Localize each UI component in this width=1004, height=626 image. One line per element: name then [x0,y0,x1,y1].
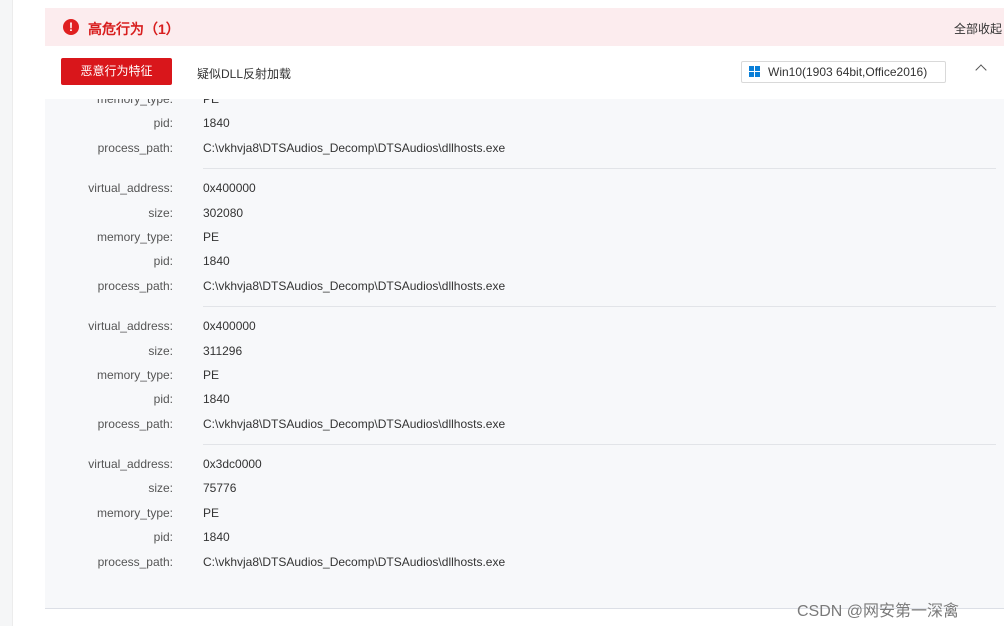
field-value: 0x400000 [203,181,256,196]
behavior-header[interactable]: 恶意行为特征 疑似DLL反射加载 Win10(1903 64bit,Office… [45,46,1004,99]
field-row: size: 302080 [148,201,996,225]
behavior-panel: ! 高危行为（1） 全部收起 恶意行为特征 疑似DLL反射加载 Win10(19… [45,8,1004,609]
field-row: pid: 1840 [154,387,996,411]
field-key: process_path: [97,554,173,569]
field-key: virtual_address: [88,181,173,196]
field-key: memory_type: [96,367,173,382]
environment-badge: Win10(1903 64bit,Office2016) [741,61,946,83]
field-value: C:\vkhvja8\DTSAudios_Decomp\DTSAudios\dl… [203,278,506,293]
field-key: virtual_address: [88,319,173,334]
field-value: PE [203,99,220,106]
field-value: PE [203,505,220,520]
field-key: memory_type: [96,229,173,244]
field-row: size: 311296 [148,339,996,363]
field-row: pid: 1840 [154,249,996,273]
field-row: pid: 1840 [154,525,996,549]
records-scroll[interactable]: memory_type: PE pid: 1840 process_path: C:\vk… [45,99,1004,582]
field-value: 1840 [203,254,230,269]
record: virtual_address: 0x400000 size: 311296 memor… [88,307,996,446]
field-value: 311296 [203,343,243,358]
record: virtual_address: 0x3dc0000 size: 75776 memor… [88,445,996,582]
alert-title: 高危行为（1） [88,21,180,37]
field-value: 1840 [203,392,230,407]
field-key: size: [148,343,173,358]
field-key: size: [148,481,173,496]
field-row: process_path: C:\vkhvja8\DTSAudios_Decomp… [98,412,996,436]
malicious-tag-button[interactable]: 恶意行为特征 [61,58,172,85]
left-rail [0,0,13,626]
field-key: size: [148,205,173,220]
field-row: memory_type: PE [97,225,996,249]
field-value: C:\vkhvja8\DTSAudios_Decomp\DTSAudios\dl… [203,554,506,569]
collapse-all-button[interactable]: 全部收起 [954,20,1004,37]
record: virtual_address: 0x400000 size: 302080 memor… [88,169,996,308]
records-list: memory_type: PE pid: 1840 process_path: C:\vk… [45,99,1004,608]
field-value: PE [203,367,220,382]
field-value: C:\vkhvja8\DTSAudios_Decomp\DTSAudios\dl… [203,416,506,431]
alert-bar: ! 高危行为（1） 全部收起 [45,8,1004,46]
field-value: 75776 [203,481,237,496]
behavior-name: 疑似DLL反射加载 [197,67,292,81]
field-row: memory_type: PE [97,363,996,387]
field-key: process_path: [97,140,173,155]
field-key: process_path: [97,278,173,293]
field-key: memory_type: [96,505,173,520]
field-row: virtual_address: 0x400000 [88,176,996,200]
field-key: memory_type: [96,99,173,106]
field-row: memory_type: PE [97,99,996,111]
field-row: process_path: C:\vkhvja8\DTSAudios_Decomp… [98,274,996,298]
field-row: virtual_address: 0x3dc0000 [88,452,996,476]
field-key: virtual_address: [88,457,173,472]
field-value: PE [203,229,220,244]
field-key: pid: [153,254,173,269]
field-key: pid: [153,116,173,131]
field-key: pid: [153,530,173,545]
chevron-up-icon[interactable] [975,64,987,76]
field-row: process_path: C:\vkhvja8\DTSAudios_Decomp… [98,136,996,160]
field-value: 1840 [203,530,230,545]
field-row: memory_type: PE [97,501,996,525]
field-row: virtual_address: 0x400000 [88,314,996,338]
watermark: CSDN @网安第一深禽 [797,603,960,620]
field-value: 0x400000 [203,319,256,334]
field-value: 302080 [203,205,244,220]
field-value: 1840 [203,116,230,131]
field-key: process_path: [97,416,173,431]
exclamation-icon: ! [63,19,79,35]
field-row: size: 75776 [148,476,996,500]
field-row: pid: 1840 [154,111,996,135]
field-value: 0x3dc0000 [203,457,262,472]
environment-label: Win10(1903 64bit,Office2016) [768,65,928,79]
field-key: pid: [153,392,173,407]
field-row: process_path: C:\vkhvja8\DTSAudios_Decomp… [98,550,996,574]
windows-icon [749,66,761,78]
field-value: C:\vkhvja8\DTSAudios_Decomp\DTSAudios\dl… [203,140,506,155]
record: memory_type: PE pid: 1840 process_path: C:\vk… [97,99,996,170]
